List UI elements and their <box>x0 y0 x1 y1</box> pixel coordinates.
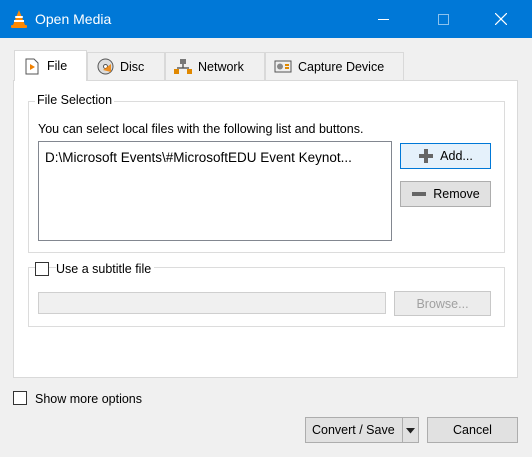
tab-file-label: File <box>47 59 68 73</box>
capture-device-icon <box>274 58 292 76</box>
cancel-button[interactable]: Cancel <box>427 417 518 443</box>
minimize-icon[interactable] <box>360 0 406 38</box>
show-more-options-checkbox[interactable] <box>13 391 27 405</box>
disc-icon <box>96 58 114 76</box>
window-title: Open Media <box>35 11 112 27</box>
tab-disc-label: Disc <box>120 59 145 74</box>
browse-button: Browse... <box>394 291 491 316</box>
file-selection-hint: You can select local files with the foll… <box>38 122 364 136</box>
network-icon <box>174 58 192 76</box>
remove-button[interactable]: Remove <box>400 181 491 207</box>
chevron-down-icon <box>406 423 415 437</box>
tab-capture-device[interactable]: Capture Device <box>265 52 404 80</box>
subtitle-path-input <box>38 292 386 314</box>
tab-capture-device-label: Capture Device <box>298 59 385 74</box>
show-more-options-label: Show more options <box>35 392 143 406</box>
maximize-icon <box>420 0 466 38</box>
remove-button-label: Remove <box>433 187 480 201</box>
minus-icon <box>411 186 427 202</box>
tab-network[interactable]: Network <box>165 52 265 80</box>
tab-disc[interactable]: Disc <box>87 52 165 80</box>
subtitle-checkbox[interactable] <box>35 262 49 276</box>
list-item[interactable]: D:\Microsoft Events\#MicrosoftEDU Event … <box>45 150 385 165</box>
tab-file[interactable]: File <box>14 50 87 81</box>
open-media-dialog: File Disc Network Capture Device File Se… <box>0 38 532 457</box>
file-icon <box>23 57 41 75</box>
close-icon[interactable] <box>478 0 524 38</box>
convert-save-dropdown[interactable] <box>402 418 418 442</box>
subtitle-checkbox-label: Use a subtitle file <box>56 262 155 276</box>
file-selection-legend: File Selection <box>35 93 115 107</box>
title-bar: Open Media <box>0 0 532 38</box>
file-tab-panel: File Selection You can select local file… <box>13 80 518 378</box>
file-list[interactable]: D:\Microsoft Events\#MicrosoftEDU Event … <box>38 141 392 241</box>
cancel-button-label: Cancel <box>453 423 492 437</box>
tab-network-label: Network <box>198 59 244 74</box>
plus-icon <box>418 148 434 164</box>
add-button-label: Add... <box>440 149 473 163</box>
add-button[interactable]: Add... <box>400 143 491 169</box>
browse-button-label: Browse... <box>416 296 469 311</box>
convert-save-label: Convert / Save <box>312 423 395 437</box>
vlc-cone-icon <box>10 9 28 29</box>
